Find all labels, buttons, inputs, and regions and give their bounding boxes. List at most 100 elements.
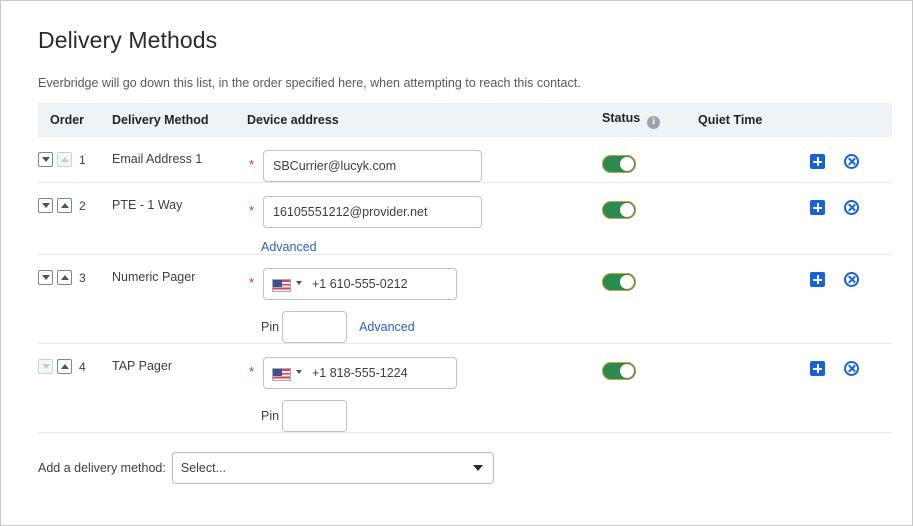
status-toggle[interactable] <box>602 155 636 173</box>
actions-cell <box>808 137 892 183</box>
country-flag-icon[interactable] <box>272 368 291 381</box>
device-address-input[interactable] <box>263 196 482 228</box>
required-marker: * <box>249 203 255 218</box>
add-delivery-method-label: Add a delivery method: <box>38 461 166 475</box>
table-row: 1 Email Address 1 * <box>38 137 892 183</box>
column-header-actions <box>808 103 892 137</box>
actions-cell <box>808 183 892 255</box>
order-cell: 2 <box>38 183 112 255</box>
info-icon[interactable]: i <box>647 116 661 129</box>
status-cell <box>602 255 698 344</box>
delivery-method-name: Email Address 1 <box>112 152 203 166</box>
toggle-knob <box>620 157 634 171</box>
order-number: 4 <box>79 359 86 374</box>
order-number: 3 <box>79 270 86 285</box>
order-cell: 3 <box>38 255 112 344</box>
order-number: 2 <box>79 198 86 213</box>
toggle-knob <box>620 364 634 378</box>
move-down-icon[interactable] <box>38 152 53 167</box>
quiet-time-cell <box>698 255 808 344</box>
advanced-link[interactable]: Advanced <box>261 240 317 254</box>
required-marker: * <box>249 275 255 290</box>
required-marker: * <box>249 364 255 379</box>
pin-input[interactable] <box>282 400 348 432</box>
remove-icon[interactable] <box>844 200 859 215</box>
device-address-cell: * <box>247 137 602 183</box>
column-header-device-address: Device address <box>247 103 602 137</box>
page-title: Delivery Methods <box>38 27 218 53</box>
table-row: 2 PTE - 1 Way * Advanced <box>38 183 892 255</box>
delivery-method-cell: Numeric Pager <box>112 255 247 344</box>
required-marker: * <box>249 157 255 172</box>
page-subtitle: Everbridge will go down this list, in th… <box>38 76 581 90</box>
add-icon[interactable] <box>810 361 825 376</box>
add-icon[interactable] <box>810 154 825 169</box>
order-cell: 4 <box>38 344 112 433</box>
delivery-methods-page: Delivery Methods Everbridge will go down… <box>0 0 913 526</box>
move-up-icon[interactable] <box>57 198 72 213</box>
move-down-icon <box>38 359 53 374</box>
phone-number-input[interactable] <box>263 357 457 389</box>
delivery-method-name: PTE - 1 Way <box>112 198 183 212</box>
table-header: Order Delivery Method Device address Sta… <box>38 103 892 137</box>
status-cell <box>602 183 698 255</box>
add-delivery-method-select[interactable]: Select... <box>171 452 494 484</box>
quiet-time-value <box>698 255 808 270</box>
device-address-cell: * Pin <box>247 344 602 433</box>
column-header-status-label: Status <box>602 111 641 125</box>
column-header-quiet-time: Quiet Time <box>698 103 808 137</box>
chevron-down-icon[interactable] <box>296 281 302 285</box>
add-delivery-method-row: Add a delivery method: Select... <box>38 452 878 484</box>
move-down-icon[interactable] <box>38 270 53 285</box>
pin-label: Pin <box>261 320 280 334</box>
column-header-status: Status i <box>602 103 698 137</box>
delivery-methods-table: Order Delivery Method Device address Sta… <box>38 103 892 433</box>
quiet-time-cell <box>698 183 808 255</box>
table-row: 3 Numeric Pager * +1 610-555-0212 Pin Ad… <box>38 255 892 344</box>
move-down-icon[interactable] <box>38 198 53 213</box>
status-cell <box>602 137 698 183</box>
column-header-order: Order <box>38 103 112 137</box>
actions-cell <box>808 255 892 344</box>
quiet-time-value <box>698 137 808 152</box>
status-cell <box>602 344 698 433</box>
pin-input[interactable] <box>282 311 348 343</box>
quiet-time-cell <box>698 344 808 433</box>
remove-icon[interactable] <box>844 361 859 376</box>
quiet-time-value <box>698 183 808 198</box>
move-up-icon <box>57 152 72 167</box>
actions-cell <box>808 344 892 433</box>
country-flag-icon[interactable] <box>272 279 291 292</box>
toggle-knob <box>620 203 634 217</box>
remove-icon[interactable] <box>844 154 859 169</box>
device-address-cell: * Pin Advanced <box>247 255 602 344</box>
status-toggle[interactable] <box>602 201 636 219</box>
quiet-time-cell <box>698 137 808 183</box>
quiet-time-value <box>698 344 808 359</box>
status-toggle[interactable] <box>602 362 636 380</box>
pin-label: Pin <box>261 409 280 423</box>
order-number: 1 <box>79 152 86 167</box>
remove-icon[interactable] <box>844 272 859 287</box>
phone-number-input[interactable] <box>263 268 457 300</box>
advanced-link[interactable]: Advanced <box>359 320 415 334</box>
move-up-icon[interactable] <box>57 270 72 285</box>
table-body: 1 Email Address 1 * SBCurrier@lucyk.com … <box>38 137 892 433</box>
order-cell: 1 <box>38 137 112 183</box>
delivery-method-name: TAP Pager <box>112 359 172 373</box>
table-row: 4 TAP Pager * +1 818-555-1224 Pin <box>38 344 892 433</box>
delivery-method-cell: PTE - 1 Way <box>112 183 247 255</box>
chevron-down-icon[interactable] <box>296 370 302 374</box>
delivery-method-cell: TAP Pager <box>112 344 247 433</box>
toggle-knob <box>620 275 634 289</box>
device-address-input[interactable] <box>263 150 482 182</box>
add-icon[interactable] <box>810 272 825 287</box>
status-toggle[interactable] <box>602 273 636 291</box>
move-up-icon[interactable] <box>57 359 72 374</box>
column-header-delivery-method: Delivery Method <box>112 103 247 137</box>
device-address-cell: * Advanced <box>247 183 602 255</box>
delivery-method-cell: Email Address 1 <box>112 137 247 183</box>
add-icon[interactable] <box>810 200 825 215</box>
table-header-row: Order Delivery Method Device address Sta… <box>38 103 892 137</box>
delivery-method-name: Numeric Pager <box>112 270 196 284</box>
